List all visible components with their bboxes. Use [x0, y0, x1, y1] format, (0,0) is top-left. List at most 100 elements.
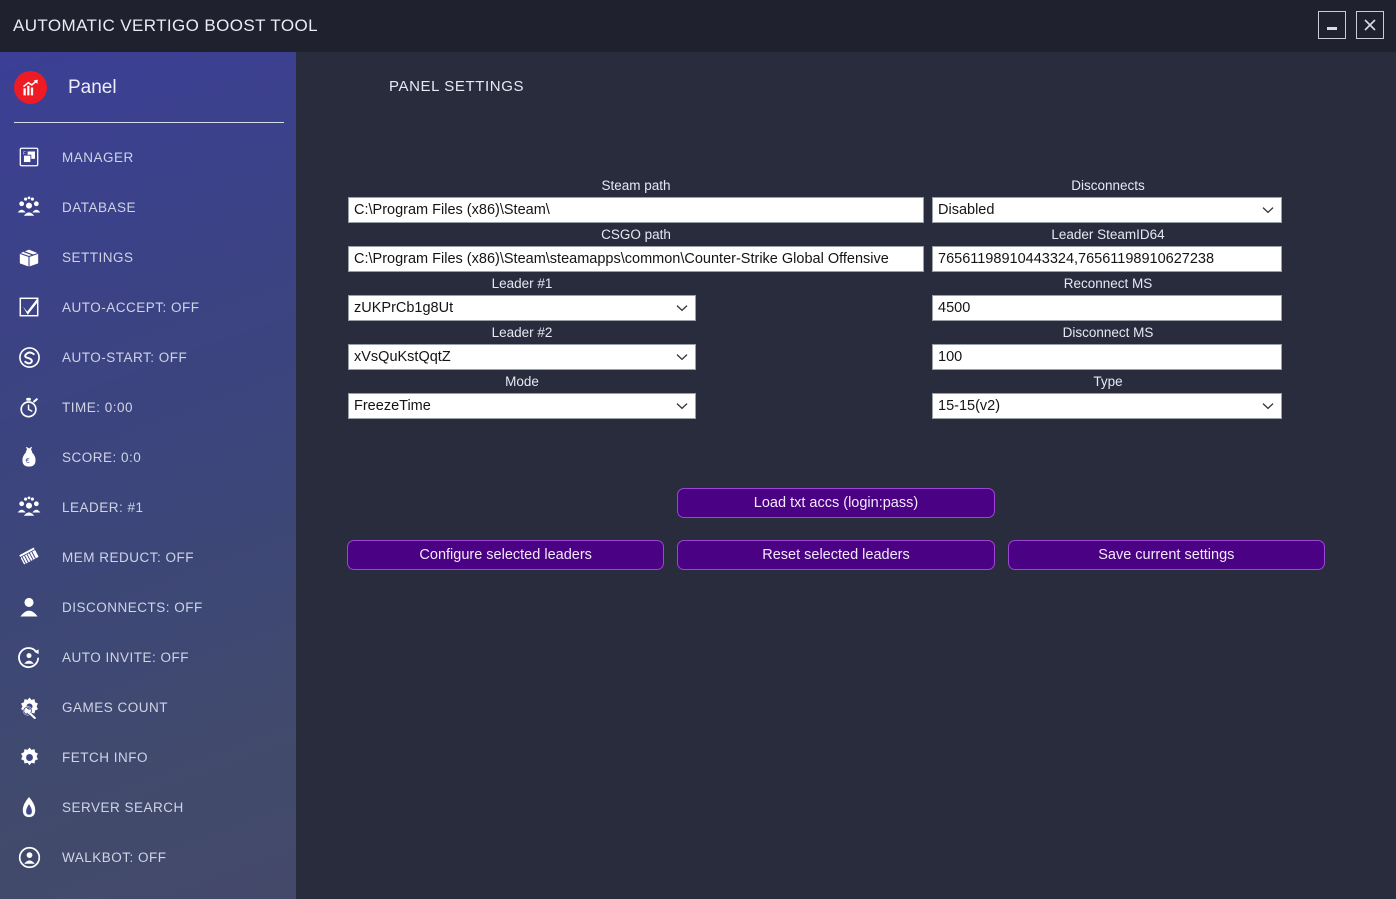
leader-2-select[interactable]: xVsQuKstQqtZ [348, 344, 696, 370]
leader-steamid64-label: Leader SteamID64 [1051, 227, 1165, 242]
chevron-down-icon [1262, 198, 1274, 222]
chart-growth-icon [14, 71, 47, 104]
disconnect-ms-input[interactable]: 100 [932, 344, 1282, 370]
window-title-bar: AUTOMATIC VERTIGO BOOST TOOL [0, 0, 1396, 52]
sidebar-item-label: WALKBOT: OFF [62, 849, 167, 865]
form-cell-reconnect-ms: Reconnect MS 4500 [932, 274, 1284, 321]
chevron-down-icon [676, 345, 688, 369]
steam-path-label: Steam path [601, 178, 671, 193]
chevron-down-icon [676, 296, 688, 320]
sidebar-item-games-count[interactable]: GAMES COUNT [0, 682, 296, 732]
sidebar-item-label: SETTINGS [62, 249, 134, 265]
type-label: Type [1093, 374, 1123, 389]
disconnects-select[interactable]: Disabled [932, 197, 1282, 223]
sidebar-item-settings[interactable]: SETTINGS [0, 232, 296, 282]
sidebar-item-auto-invite[interactable]: AUTO INVITE: OFF [0, 632, 296, 682]
form-row: CSGO path C:\Program Files (x86)\Steam\s… [348, 225, 1324, 272]
load-txt-accs-button[interactable]: Load txt accs (login:pass) [677, 488, 995, 518]
sidebar-item-score[interactable]: € SCORE: 0:0 [0, 432, 296, 482]
reconnect-ms-input[interactable]: 4500 [932, 295, 1282, 321]
stopwatch-icon [14, 392, 44, 422]
mode-select[interactable]: FreezeTime [348, 393, 696, 419]
leader-steamid64-input[interactable]: 76561198910443324,76561198910627238 [932, 246, 1282, 272]
type-select-value: 15-15(v2) [938, 398, 1001, 414]
sidebar-panel-header[interactable]: Panel [0, 52, 296, 123]
form-cell-leader-1: Leader #1 zUKPrCb1g8Ut [348, 274, 924, 321]
main-content: PANEL SETTINGS Steam path C:\Program Fil… [296, 52, 1396, 899]
save-current-settings-button[interactable]: Save current settings [1007, 540, 1325, 570]
window-stack-icon: F [14, 142, 44, 172]
sidebar-item-database[interactable]: DATABASE [0, 182, 296, 232]
form-cell-type: Type 15-15(v2) [932, 372, 1284, 419]
sidebar-item-server-search[interactable]: SERVER SEARCH [0, 782, 296, 832]
sidebar-item-leader[interactable]: LEADER: #1 [0, 482, 296, 532]
svg-text:F: F [23, 151, 26, 156]
flame-icon [14, 792, 44, 822]
configure-selected-leaders-button[interactable]: Configure selected leaders [347, 540, 665, 570]
sidebar-divider [14, 122, 284, 123]
sidebar-item-label: GAMES COUNT [62, 699, 169, 715]
form-cell-mode: Mode FreezeTime [348, 372, 924, 419]
sidebar-item-label: SCORE: 0:0 [62, 449, 142, 465]
chevron-down-icon [676, 394, 688, 418]
settings-form: Steam path C:\Program Files (x86)\Steam\… [348, 176, 1324, 419]
close-button[interactable] [1356, 11, 1384, 39]
sidebar-item-label: MEM REDUCT: OFF [62, 549, 194, 565]
sidebar-item-manager[interactable]: F MANAGER [0, 132, 296, 182]
sidebar-item-time[interactable]: TIME: 0:00 [0, 382, 296, 432]
form-cell-disconnect-ms: Disconnect MS 100 [932, 323, 1284, 370]
type-select[interactable]: 15-15(v2) [932, 393, 1282, 419]
form-cell-leader-2: Leader #2 xVsQuKstQqtZ [348, 323, 924, 370]
sidebar-item-label: TIME: 0:00 [62, 399, 134, 415]
sidebar-item-fetch-info[interactable]: FETCH INFO [0, 732, 296, 782]
reconnect-ms-label: Reconnect MS [1063, 276, 1153, 291]
invite-circle-icon [14, 642, 44, 672]
minimize-icon [1327, 27, 1337, 30]
sidebar-item-label: DISCONNECTS: OFF [62, 599, 203, 615]
mode-select-value: FreezeTime [354, 398, 431, 414]
form-cell-leader-steamid64: Leader SteamID64 76561198910443324,76561… [932, 225, 1284, 272]
sidebar-item-auto-start[interactable]: AUTO-START: OFF [0, 332, 296, 382]
sidebar-item-walkbot[interactable]: WALKBOT: OFF [0, 832, 296, 882]
users-group-icon [14, 492, 44, 522]
steam-path-input[interactable]: C:\Program Files (x86)\Steam\ [348, 197, 924, 223]
window-title: AUTOMATIC VERTIGO BOOST TOOL [13, 16, 318, 35]
chevron-down-icon [1262, 394, 1274, 418]
person-icon [14, 592, 44, 622]
leader-1-select-value: zUKPrCb1g8Ut [354, 300, 454, 316]
svg-text:€: € [26, 456, 30, 465]
sidebar-item-label: AUTO INVITE: OFF [62, 649, 190, 665]
form-cell-steam-path: Steam path C:\Program Files (x86)\Steam\ [348, 176, 924, 223]
window-controls [1318, 11, 1384, 39]
form-row: Leader #2 xVsQuKstQqtZ Disconnect MS 100 [348, 323, 1324, 370]
form-row: Leader #1 zUKPrCb1g8Ut Reconnect MS 4500 [348, 274, 1324, 321]
reset-selected-leaders-button[interactable]: Reset selected leaders [677, 540, 995, 570]
refresh-circle-icon [14, 342, 44, 372]
sidebar-item-label: FETCH INFO [62, 749, 148, 765]
sidebar: Panel F MANAGER DATABASE SETTINGS AUTO-A… [0, 52, 296, 899]
close-icon [1364, 19, 1376, 31]
leader-1-label: Leader #1 [491, 276, 553, 291]
sidebar-item-label: AUTO-ACCEPT: OFF [62, 299, 200, 315]
leader-2-label: Leader #2 [491, 325, 553, 340]
csgo-path-input[interactable]: C:\Program Files (x86)\Steam\steamapps\c… [348, 246, 924, 272]
sidebar-item-mem-reduct[interactable]: MEM REDUCT: OFF [0, 532, 296, 582]
disconnects-label: Disconnects [1071, 178, 1145, 193]
minimize-button[interactable] [1318, 11, 1346, 39]
action-button-row: Configure selected leaders Reset selecte… [347, 540, 1325, 570]
users-group-icon [14, 192, 44, 222]
sidebar-nav: F MANAGER DATABASE SETTINGS AUTO-ACCEPT:… [0, 123, 296, 882]
sidebar-item-disconnects[interactable]: DISCONNECTS: OFF [0, 582, 296, 632]
sidebar-item-label: SERVER SEARCH [62, 799, 184, 815]
leader-1-select[interactable]: zUKPrCb1g8Ut [348, 295, 696, 321]
disconnect-ms-label: Disconnect MS [1062, 325, 1154, 340]
sidebar-item-label: AUTO-START: OFF [62, 349, 188, 365]
sidebar-panel-label: Panel [68, 76, 117, 98]
disconnects-select-value: Disabled [938, 202, 995, 218]
sidebar-item-auto-accept[interactable]: AUTO-ACCEPT: OFF [0, 282, 296, 332]
person-circle-icon [14, 842, 44, 872]
sidebar-item-label: DATABASE [62, 199, 137, 215]
csgo-path-label: CSGO path [601, 227, 671, 242]
form-row: Mode FreezeTime Type 15-15(v2) [348, 372, 1324, 419]
gear-search-icon [14, 692, 44, 722]
